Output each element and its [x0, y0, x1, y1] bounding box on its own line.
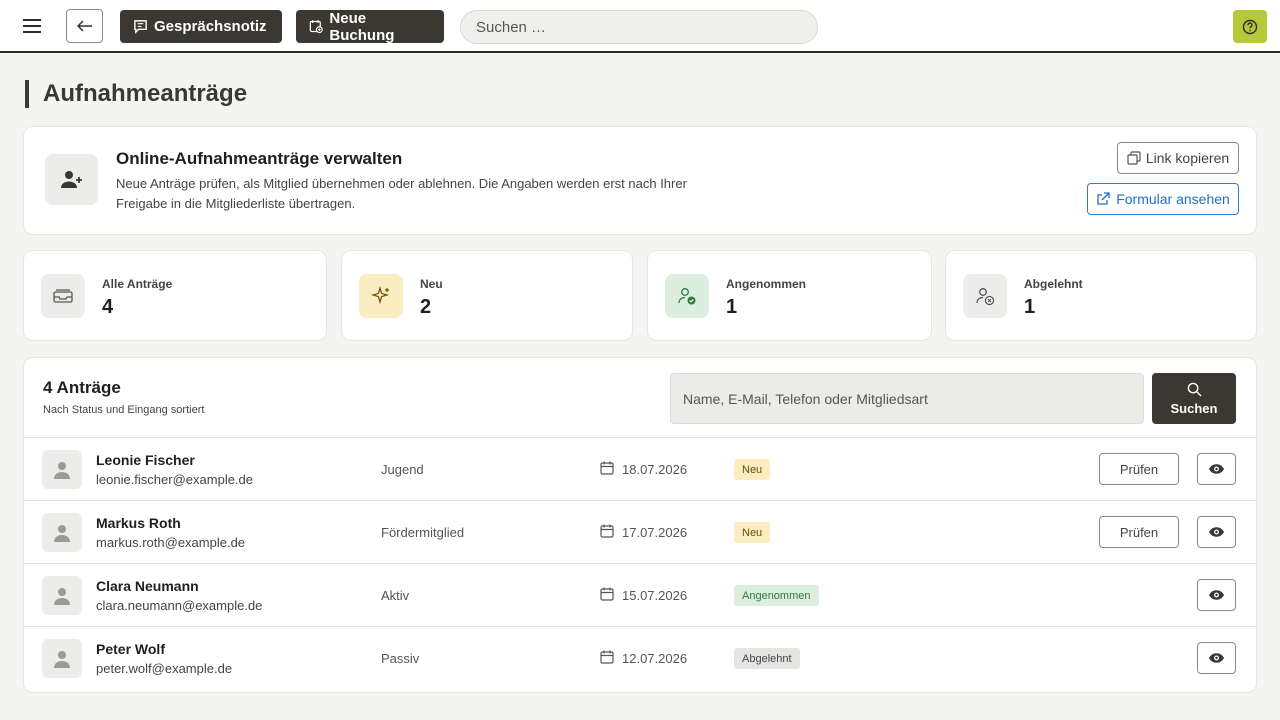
menu-icon[interactable] — [20, 14, 44, 38]
view-form-button[interactable]: Formular ansehen — [1087, 183, 1239, 215]
stat-card-all[interactable]: Alle Anträge 4 — [23, 250, 327, 341]
avatar — [42, 576, 82, 615]
back-button[interactable] — [66, 9, 103, 43]
view-button[interactable] — [1197, 579, 1236, 611]
copy-link-label: Link kopieren — [1145, 150, 1230, 166]
eye-icon — [1208, 464, 1225, 474]
calendar-icon — [600, 650, 614, 664]
review-button[interactable]: Prüfen — [1099, 516, 1179, 548]
help-icon — [1242, 19, 1258, 34]
page-header: Aufnahmeanträge — [25, 80, 247, 108]
calendar-icon — [600, 461, 614, 475]
stat-value: 2 — [420, 296, 432, 318]
inbox-icon — [41, 274, 85, 318]
applicant-name: Leonie Fischer — [96, 452, 195, 468]
user-icon — [54, 524, 70, 542]
top-bar: Gesprächsnotiz Neue Buchung — [0, 0, 1280, 53]
stat-card-new[interactable]: Neu 2 — [341, 250, 633, 341]
copy-icon — [1127, 151, 1141, 165]
table-row: Peter Wolf peter.wolf@example.de Passiv … — [24, 626, 1256, 689]
stat-value: 1 — [1024, 296, 1036, 318]
applications-list: 4 Anträge Nach Status und Eingang sortie… — [23, 357, 1257, 693]
eye-icon — [1208, 527, 1225, 537]
stat-label: Abgelehnt — [1024, 277, 1083, 291]
applicant-name: Peter Wolf — [96, 641, 165, 657]
global-search-input[interactable] — [460, 10, 818, 44]
search-icon — [1187, 382, 1202, 397]
eye-icon — [1208, 653, 1225, 663]
applicant-name: Markus Roth — [96, 515, 181, 531]
avatar — [42, 450, 82, 489]
calendar-icon — [600, 524, 614, 538]
list-title: 4 Anträge — [43, 378, 121, 397]
new-booking-label: Neue Buchung — [329, 9, 395, 44]
applicant-email: clara.neumann@example.de — [96, 598, 263, 613]
avatar — [42, 639, 82, 678]
stat-card-accepted[interactable]: Angenommen 1 — [647, 250, 932, 341]
table-row: Markus Roth markus.roth@example.de Förde… — [24, 500, 1256, 563]
info-description: Neue Anträge prüfen, als Mitglied überne… — [116, 176, 687, 211]
list-subtitle: Nach Status und Eingang sortiert — [43, 404, 205, 416]
external-link-icon — [1097, 192, 1110, 205]
booking-icon — [309, 20, 323, 34]
stat-card-rejected[interactable]: Abgelehnt 1 — [945, 250, 1257, 341]
view-button[interactable] — [1197, 516, 1236, 548]
applications-search-input[interactable] — [670, 373, 1144, 424]
arrow-left-icon — [76, 20, 92, 32]
membership-type: Passiv — [381, 651, 420, 666]
status-badge: Angenommen — [734, 585, 819, 606]
eye-icon — [1208, 590, 1225, 600]
status-badge: Abgelehnt — [734, 648, 800, 669]
help-button[interactable] — [1233, 10, 1267, 43]
view-button[interactable] — [1197, 453, 1236, 485]
applicant-name: Clara Neumann — [96, 578, 199, 594]
user-check-icon — [665, 274, 709, 318]
table-row: Clara Neumann clara.neumann@example.de A… — [24, 563, 1256, 626]
received-date: 15.07.2026 — [622, 588, 688, 603]
membership-type: Jugend — [381, 462, 424, 477]
page-title: Aufnahmeanträge — [43, 80, 248, 107]
membership-type: Aktiv — [381, 588, 410, 603]
received-date: 17.07.2026 — [622, 525, 688, 540]
note-icon — [134, 20, 147, 34]
received-date: 18.07.2026 — [622, 462, 688, 477]
stat-label: Angenommen — [726, 277, 807, 291]
sparkle-icon — [359, 274, 403, 318]
user-icon — [54, 461, 70, 479]
copy-link-button[interactable]: Link kopieren — [1117, 142, 1239, 174]
membership-type: Fördermitglied — [381, 525, 465, 540]
search-button[interactable]: Suchen — [1152, 373, 1236, 424]
new-booking-button[interactable]: Neue Buchung — [296, 9, 444, 44]
conversation-note-label: Gesprächsnotiz — [154, 18, 267, 35]
avatar — [42, 513, 82, 552]
view-button[interactable] — [1197, 642, 1236, 674]
title-accent-bar — [25, 80, 29, 108]
table-row: Leonie Fischer leonie.fischer@example.de… — [24, 437, 1256, 500]
calendar-icon — [600, 587, 614, 601]
search-button-label: Suchen — [1170, 400, 1218, 416]
stat-value: 4 — [102, 296, 114, 318]
info-title: Online-Aufnahmeanträge verwalten — [116, 149, 403, 168]
applicant-email: markus.roth@example.de — [96, 535, 246, 550]
stat-value: 1 — [726, 296, 738, 318]
user-plus-icon — [45, 154, 98, 205]
conversation-note-button[interactable]: Gesprächsnotiz — [120, 10, 282, 43]
review-button[interactable]: Prüfen — [1099, 453, 1179, 485]
user-icon — [54, 650, 70, 668]
view-form-label: Formular ansehen — [1116, 191, 1230, 207]
received-date: 12.07.2026 — [622, 651, 688, 666]
status-badge: Neu — [734, 522, 771, 543]
stat-label: Alle Anträge — [102, 277, 173, 291]
user-icon — [54, 587, 70, 605]
stat-label: Neu — [420, 277, 443, 291]
applicant-email: peter.wolf@example.de — [96, 661, 233, 676]
applicant-email: leonie.fischer@example.de — [96, 472, 254, 487]
info-card: Online-Aufnahmeanträge verwalten Neue An… — [23, 126, 1257, 235]
status-badge: Neu — [734, 459, 771, 480]
user-x-icon — [963, 274, 1007, 318]
